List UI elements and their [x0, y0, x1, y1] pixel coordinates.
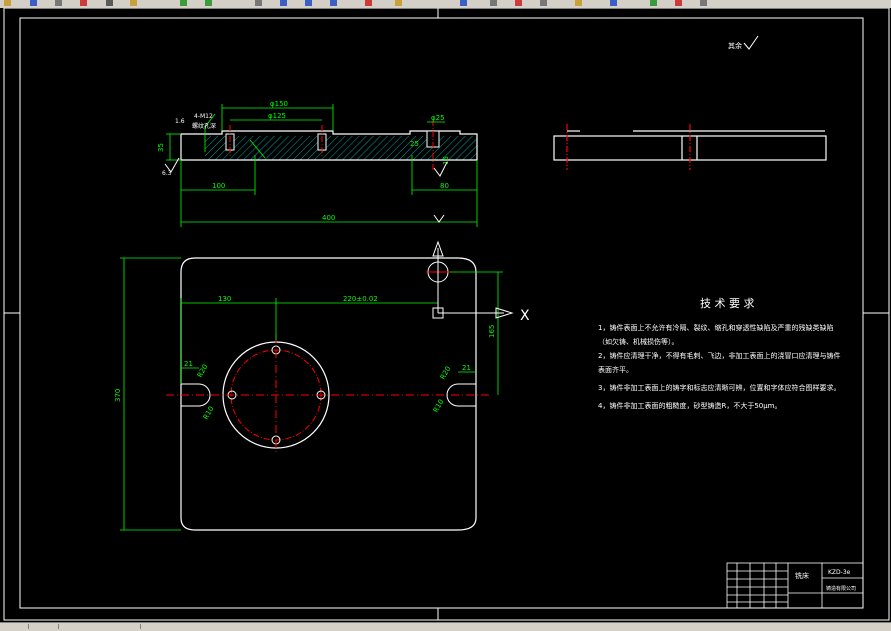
dim-21-right: 21: [462, 364, 471, 372]
calculator-icon[interactable]: [540, 0, 547, 6]
tool-palette-icon[interactable]: [460, 0, 467, 6]
tech-req-title: 技 术 要 求: [700, 297, 755, 310]
dim-counterbore: 25: [410, 140, 419, 148]
tech-req-line-3: 2，铸件应清理干净，不得有毛刺、飞边，非加工表面上的浇冒口应清理与铸件: [598, 351, 840, 360]
sheet-set-icon[interactable]: [490, 0, 497, 6]
zoom-previous-icon[interactable]: [330, 0, 337, 6]
dim-35: 35: [157, 143, 165, 152]
tech-req-line-4: 表面齐平。: [598, 365, 633, 374]
paste-icon[interactable]: [130, 0, 137, 6]
zoom-window-icon[interactable]: [305, 0, 312, 6]
dim-220: 220±0.02: [343, 295, 378, 303]
markup-icon[interactable]: [515, 0, 522, 6]
roughness-other-label: 其余: [728, 41, 742, 50]
zoom-realtime-icon[interactable]: [280, 0, 287, 6]
erase-icon[interactable]: [675, 0, 682, 6]
dim-phi25: φ25: [431, 114, 445, 122]
tech-req-line-2: （如欠铸、机械损伤等）。: [598, 337, 679, 346]
dim-80: 80: [440, 182, 449, 190]
pan-icon[interactable]: [255, 0, 262, 6]
ucs-y-label: Y: [431, 233, 438, 243]
print-icon[interactable]: [55, 0, 62, 6]
drawing-number: KZD-3e: [828, 569, 851, 576]
properties-icon[interactable]: [365, 0, 372, 6]
help-icon[interactable]: [610, 0, 617, 6]
dim-21-left: 21: [184, 360, 193, 368]
dim-165: 165: [488, 325, 496, 338]
cut-icon[interactable]: [80, 0, 87, 6]
roughness-1-6: 1.6: [175, 118, 185, 125]
copy-icon[interactable]: [106, 0, 113, 6]
dim-phi125: φ125: [268, 112, 286, 120]
tech-req-line-1: 1，铸件表面上不允许有冷隔、裂纹、缩孔和穿透性缺陷及严重的残缺类缺陷: [598, 323, 833, 332]
move-icon[interactable]: [700, 0, 707, 6]
design-center-icon[interactable]: [395, 0, 402, 6]
dim-130: 130: [218, 295, 231, 303]
dim-400: 400: [322, 214, 335, 222]
status-cell-model[interactable]: [0, 624, 29, 629]
ucs-x-label: X: [520, 308, 530, 324]
match-prop-icon[interactable]: [650, 0, 657, 6]
undo-icon[interactable]: [180, 0, 187, 6]
dim-phi150: φ150: [270, 100, 288, 108]
dim-100: 100: [212, 182, 225, 190]
status-cell-layout[interactable]: [30, 624, 59, 629]
callout-4-m12: 4-M12: [194, 113, 213, 120]
redo-icon[interactable]: [205, 0, 212, 6]
part-name: 铣床: [795, 571, 809, 580]
layer-icon[interactable]: [575, 0, 582, 6]
drawing-canvas[interactable]: 其余 φ150 φ125 φ25 35 100 80 400 15 25 4-M…: [0, 8, 891, 622]
save-icon[interactable]: [30, 0, 37, 6]
tech-req-line-5: 3，铸件非加工表面上的铸字和标志应清晰可辨，位置和字体应符合图样要求。: [598, 383, 840, 392]
company-name: 铸造有限公司: [826, 585, 856, 592]
callout-thread-depth: 螺纹孔深: [192, 122, 216, 130]
status-cell-coords: [60, 624, 141, 629]
tech-req-line-6: 4，铸件非加工表面的粗糙度，砂型铸造R，不大于50μm。: [598, 401, 782, 410]
open-icon[interactable]: [4, 0, 11, 6]
dim-370: 370: [114, 389, 122, 402]
